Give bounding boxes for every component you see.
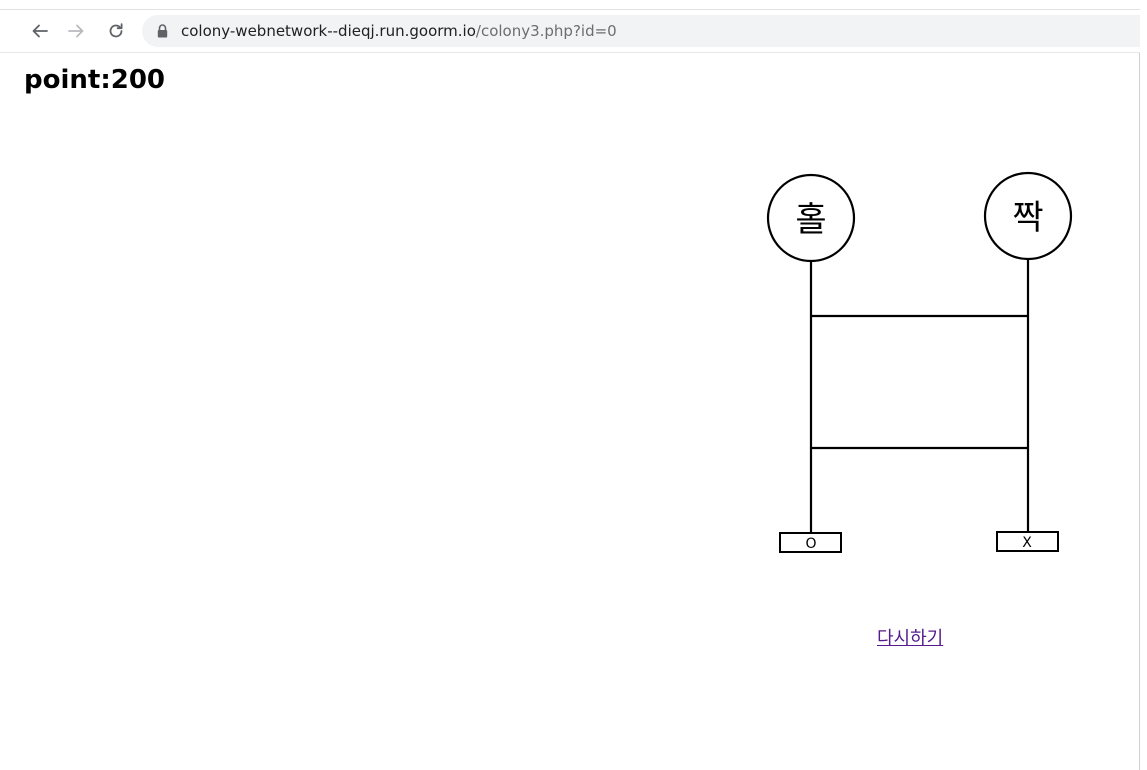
- end-label-right: X: [1022, 535, 1032, 551]
- ladder-diagram: 홀 짝 O X: [766, 171, 1073, 553]
- address-bar[interactable]: colony-webnetwork--dieqj.run.goorm.io/co…: [142, 15, 1140, 47]
- arrow-left-icon: [32, 24, 48, 38]
- restart-link[interactable]: 다시하기: [877, 624, 943, 650]
- reload-button[interactable]: [103, 18, 129, 44]
- forward-button[interactable]: [63, 18, 89, 44]
- back-button[interactable]: [27, 18, 53, 44]
- end-label-left: O: [805, 536, 816, 552]
- browser-toolbar: colony-webnetwork--dieqj.run.goorm.io/co…: [0, 10, 1140, 53]
- reload-icon: [109, 23, 123, 38]
- window-top-edge: [0, 0, 1140, 10]
- url-host: colony-webnetwork--dieqj.run.goorm.io: [181, 22, 476, 40]
- lock-icon: [155, 23, 169, 39]
- start-label-left: 홀: [795, 200, 826, 240]
- point-heading: point:200: [24, 65, 165, 95]
- url-text[interactable]: colony-webnetwork--dieqj.run.goorm.io/co…: [181, 22, 617, 40]
- start-label-right: 짝: [1012, 198, 1043, 238]
- browser-window: colony-webnetwork--dieqj.run.goorm.io/co…: [0, 0, 1140, 770]
- url-path: /colony3.php?id=0: [475, 22, 617, 40]
- arrow-right-icon: [68, 24, 84, 38]
